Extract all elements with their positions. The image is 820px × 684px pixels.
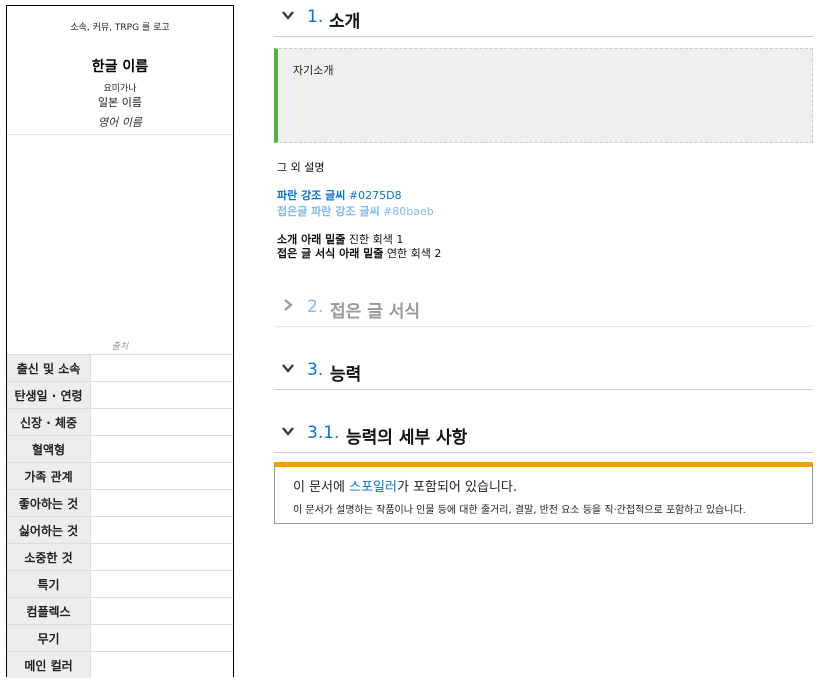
profile-row-value [90, 597, 233, 625]
profile-row-value [90, 408, 233, 436]
section-number: 2. [307, 297, 324, 317]
profile-row: 가족 관계 [7, 462, 233, 490]
underline-note-2-value: 연한 회색 2 [386, 247, 442, 260]
profile-row: 소중한 것 [7, 543, 233, 571]
profile-row-value [90, 543, 233, 571]
profile-row-label: 좋아하는 것 [7, 489, 91, 517]
profile-row-label: 혈액형 [7, 435, 91, 463]
yomigana: 요미가나 [103, 84, 137, 94]
profile-row-value [90, 381, 233, 409]
spoiler-title-after: 가 포함되어 있습니다. [396, 480, 517, 495]
infobox: 소속, 커뮤, TRPG 를 로고 한글 이름 요미가나 일본 이름 영어 이름… [6, 5, 234, 678]
profile-row: 혈액형 [7, 435, 233, 463]
profile-row-value [90, 570, 233, 598]
profile-row: 탄생일 · 연령 [7, 381, 233, 409]
section-title: 능력의 세부 사항 [346, 428, 468, 448]
blue-emphasis-line: 파란 강조 글씨 #0275D8 [277, 187, 402, 203]
spoiler-description: 이 문서가 설명하는 작품이나 인물 등에 대한 줄거리, 결말, 반전 요소 … [293, 505, 746, 516]
profile-row-label: 컴플렉스 [7, 597, 91, 625]
profile-row: 컴플렉스 [7, 597, 233, 625]
chevron-down-icon[interactable] [281, 361, 295, 375]
spoiler-notice: 이 문서에 스포일러가 포함되어 있습니다. 이 문서가 설명하는 작품이나 인… [274, 462, 813, 524]
chevron-down-icon[interactable] [281, 8, 295, 22]
intro-text: 자기소개 [293, 64, 334, 77]
profile-row-label: 출신 및 소속 [7, 354, 91, 382]
profile-row-value [90, 354, 233, 382]
chevron-right-icon[interactable] [281, 298, 295, 312]
profile-row-label: 무기 [7, 624, 91, 652]
folded-blue-emphasis-line: 접은글 파란 강조 글씨 #80baeb [277, 203, 434, 219]
profile-row-value [90, 651, 233, 678]
profile-row-value [90, 624, 233, 652]
section-title: 소개 [329, 12, 361, 32]
spoiler-link[interactable]: 스포일러 [349, 480, 397, 495]
image-source: 출처 [111, 342, 129, 352]
section-number: 1. [307, 7, 324, 27]
profile-row-value [90, 435, 233, 463]
profile-row-label: 소중한 것 [7, 543, 91, 571]
character-image-area [7, 135, 233, 336]
section-heading-1[interactable]: 1. 소개 [274, 2, 813, 37]
profile-row-label: 메인 컬러 [7, 651, 91, 678]
profile-row-value [90, 489, 233, 517]
section-title: 능력 [330, 365, 362, 385]
spoiler-title: 이 문서에 스포일러가 포함되어 있습니다. [293, 476, 517, 495]
blue-emphasis-value: #0275D8 [348, 189, 402, 202]
underline-note-2: 접은 글 서식 아래 밑줄 연한 회색 2 [277, 245, 441, 261]
profile-row-label: 탄생일 · 연령 [7, 381, 91, 409]
section-number: 3.1. [307, 423, 340, 443]
chevron-down-icon[interactable] [281, 424, 295, 438]
folded-blue-value: #80baeb [383, 205, 434, 218]
profile-table: 출신 및 소속 탄생일 · 연령 신장 · 체중 혈액형 가족 관계 좋아하는 것 싫어하는… [7, 354, 233, 678]
profile-row-value [90, 516, 233, 544]
profile-row-label: 신장 · 체중 [7, 408, 91, 436]
profile-row-label: 특기 [7, 570, 91, 598]
profile-row: 신장 · 체중 [7, 408, 233, 436]
intro-box: 자기소개 [274, 48, 813, 143]
profile-row: 메인 컬러 [7, 651, 233, 678]
underline-note-2-label: 접은 글 서식 아래 밑줄 [277, 247, 384, 260]
spoiler-title-before: 이 문서에 [293, 480, 350, 495]
section-title: 접은 글 서식 [330, 302, 421, 322]
blue-emphasis-label: 파란 강조 글씨 [277, 189, 346, 202]
section-number: 3. [307, 360, 324, 380]
other-description: 그 외 설명 [277, 161, 325, 174]
profile-row-label: 가족 관계 [7, 462, 91, 490]
profile-row-value [90, 462, 233, 490]
profile-row: 무기 [7, 624, 233, 652]
korean-name: 한글 이름 [91, 59, 149, 75]
section-heading-3[interactable]: 3. 능력 [274, 355, 813, 390]
profile-row: 특기 [7, 570, 233, 598]
section-heading-3-1[interactable]: 3.1. 능력의 세부 사항 [274, 418, 813, 453]
english-name: 영어 이름 [98, 116, 142, 129]
profile-row: 좋아하는 것 [7, 489, 233, 517]
section-heading-2[interactable]: 2. 접은 글 서식 [274, 292, 813, 327]
profile-row-label: 싫어하는 것 [7, 516, 91, 544]
profile-row: 출신 및 소속 [7, 354, 233, 382]
folded-blue-label: 접은글 파란 강조 글씨 [277, 205, 380, 218]
infobox-tagline: 소속, 커뮤, TRPG 를 로고 [70, 23, 170, 33]
profile-row: 싫어하는 것 [7, 516, 233, 544]
japanese-name: 일본 이름 [98, 96, 142, 109]
